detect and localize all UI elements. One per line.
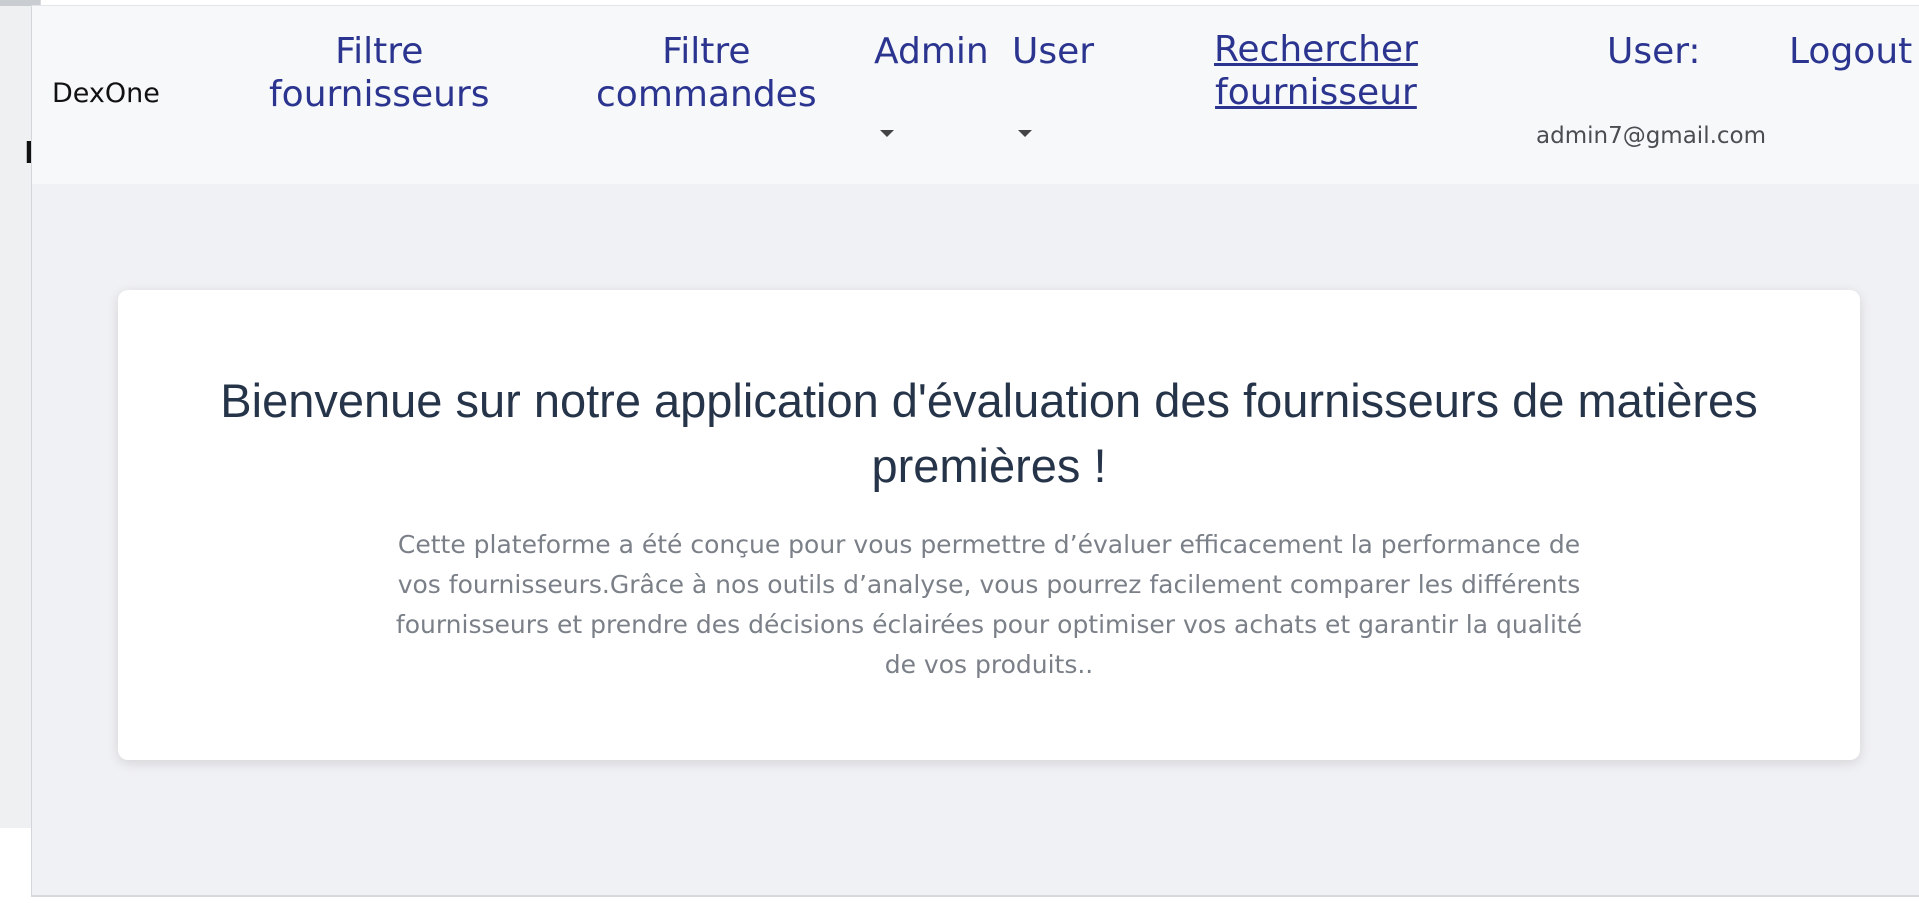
admin-dropdown-label[interactable]: Admin bbox=[874, 30, 989, 73]
user-dropdown-label[interactable]: User bbox=[1012, 30, 1094, 73]
logout-link[interactable]: Logout bbox=[1789, 30, 1912, 73]
nav-filtre-commandes[interactable]: Filtre commandes bbox=[596, 30, 817, 116]
chevron-down-icon[interactable] bbox=[1018, 130, 1032, 137]
welcome-description: Cette plateforme a été conçue pour vous … bbox=[395, 530, 1583, 679]
chevron-down-icon[interactable] bbox=[880, 130, 894, 137]
welcome-card: Bienvenue sur notre application d'évalua… bbox=[118, 290, 1860, 760]
user-label: User: bbox=[1607, 31, 1701, 72]
nav-filtre-fournisseurs[interactable]: Filtre fournisseurs bbox=[269, 30, 490, 116]
navbar: DexOne Filtre fournisseurs Filtre comman… bbox=[32, 6, 1919, 184]
app-window: DexOne Filtre fournisseurs Filtre comman… bbox=[31, 5, 1919, 897]
nav-rechercher-fournisseur[interactable]: Rechercher fournisseur bbox=[1214, 28, 1418, 114]
brand-logo[interactable]: DexOne bbox=[52, 78, 160, 109]
welcome-title: Bienvenue sur notre application d'évalua… bbox=[220, 374, 1758, 492]
user-email: admin7@gmail.com bbox=[1536, 123, 1767, 149]
